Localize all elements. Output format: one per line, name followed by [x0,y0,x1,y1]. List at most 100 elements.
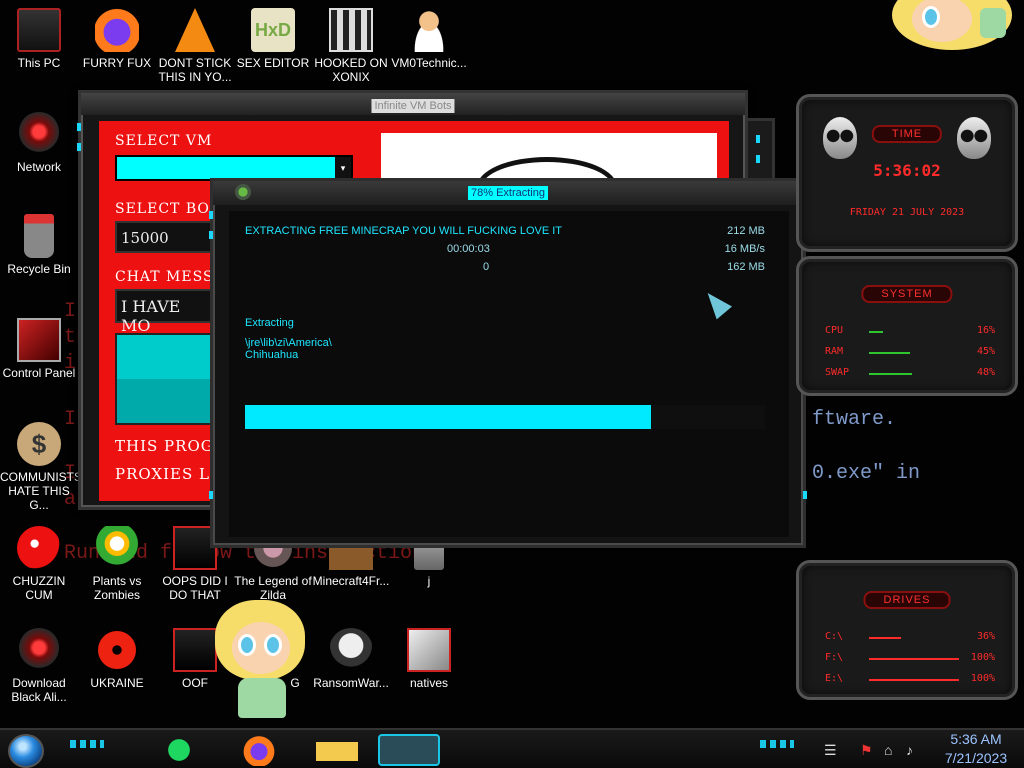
cartoon-sticker [892,0,1012,60]
bot-amount-field[interactable]: 15000 [115,221,215,253]
flag-icon[interactable]: ⚑ [860,742,873,759]
start-button[interactable] [115,333,215,425]
drives-level-bar [869,658,959,660]
total-size: 212 MB [727,225,765,237]
footer-text: PROXIES L [115,465,210,483]
alien-icon [823,117,857,159]
drives-level-bar [869,679,959,681]
fuzzball-icon [17,526,61,570]
clock-date: 7/21/2023 [944,750,1008,766]
extract-status: Extracting [245,317,294,329]
cartoon-sticker [210,600,310,725]
remaining-time: 0 [483,261,490,273]
volume-icon[interactable]: ♪ [906,742,913,758]
file-explorer-icon[interactable] [316,734,358,766]
select-vm-label: SELECT VM [115,133,213,149]
taskbar: ☰ ⚑ ⌂ ♪ 5:36 AM 7/21/2023 [0,728,1024,768]
desktop-icon-download-black-alien[interactable]: Download Black Ali... [0,628,78,704]
spotify-icon[interactable] [158,734,200,766]
alien-icon [957,117,991,159]
doctor-icon [407,8,451,52]
start-button[interactable] [8,734,44,768]
system-level-bar [869,373,913,375]
alien-icon [17,628,61,672]
recycle-bin-icon [24,214,54,258]
desktop-icon-recycle-bin[interactable]: Recycle Bin [0,214,78,276]
system-gadget-title: SYSTEM [861,285,953,303]
desktop-icon-network[interactable]: Network [0,112,78,174]
time-gadget-title: TIME [871,125,943,143]
drives-value: 100% [970,673,995,684]
system-value: 48% [976,367,995,378]
date-display: FRIDAY 21 JULY 2023 [849,207,965,218]
drives-label: F:\ [825,652,844,663]
extract-panel: EXTRACTING FREE MINECRAP YOU WILL FUCKIN… [229,211,789,537]
bot-window-title: Infinite VM Bots [371,99,455,113]
desktop-icon-furry-fux[interactable]: FURRY FUX [78,8,156,70]
maze-icon [329,8,373,52]
extract-path: \jre\lib\zi\America\ [245,337,332,349]
system-value: 45% [976,346,995,357]
drives-gadget: DRIVES C:\ 36% F:\ 100% E:\ 100% [796,560,1018,700]
desktop-icon-vm0technic[interactable]: VM0Technic... [390,8,468,70]
firefox-icon[interactable] [238,734,280,766]
minecraft-icon [235,184,251,200]
progress-bar [245,405,765,429]
desktop-icon-sex-editor[interactable]: HxD SEX EDITOR [234,8,312,70]
minecraft-icon[interactable] [378,734,440,766]
extract-window-title: 78% Extracting [468,186,548,200]
vlc-cone-icon [175,8,215,52]
network-icon[interactable]: ⌂ [884,742,892,758]
clock[interactable]: 5:36 AM 7/21/2023 [936,730,1016,768]
firefox-icon [95,8,139,52]
decor [70,740,104,748]
extract-window[interactable]: 78% Extracting EXTRACTING FREE MINECRAP … [209,178,807,548]
desktop-icon-control-panel[interactable]: Control Panel [0,318,78,380]
bot-window-titlebar[interactable]: Infinite VM Bots [81,93,745,115]
desktop-icon-ransomware[interactable]: RansomWar... [312,628,390,690]
plant-icon [95,526,139,570]
desktop-icon-dont-stick[interactable]: DONT STICK THIS IN YO... [156,8,234,84]
progress-fill [245,405,651,429]
extract-window-titlebar[interactable]: 78% Extracting [213,181,803,205]
transfer-speed: 16 MB/s [724,243,765,255]
processed-size: 162 MB [727,261,765,273]
chevron-down-icon: ▾ [335,157,351,179]
native-icon [407,628,451,672]
system-value: 16% [976,325,995,336]
desktop-icon-pvz[interactable]: Plants vs Zombies [78,526,156,602]
desktop-icon-ukraine[interactable]: UKRAINE [78,628,156,690]
decor [760,740,794,748]
bg-text-line: ftware. [812,408,897,431]
extract-heading: EXTRACTING FREE MINECRAP YOU WILL FUCKIN… [245,225,563,237]
desktop-icon-natives[interactable]: natives [390,628,468,690]
desktop-icon-hooked-on-xonix[interactable]: HOOKED ON XONIX [312,8,390,84]
system-level-bar [869,352,910,354]
drives-label: C:\ [825,631,844,642]
system-label: RAM [825,346,844,357]
skull-icon [329,628,373,672]
drives-value: 36% [976,631,995,642]
desktop-icon-communists[interactable]: $ COMMUNISTS HATE THIS G... [0,422,82,512]
elapsed-time: 00:00:03 [447,243,490,255]
drives-gadget-title: DRIVES [863,591,951,609]
chat-message-field[interactable]: I HAVE MO [115,289,215,335]
system-label: SWAP [825,367,850,378]
desktop-icon-chuzzin[interactable]: CHUZZIN CUM [0,526,78,602]
clock-time: 5:36 AM [950,731,1002,747]
drives-level-bar [869,637,902,639]
alien-icon [17,112,61,156]
computer-icon [17,8,61,52]
time-gadget: TIME 5:36:02 FRIDAY 21 JULY 2023 [796,94,1018,252]
desktop: I th i I I a Run and follow the instruct… [0,0,1024,768]
tray-overflow-icon[interactable]: ☰ [824,742,837,759]
hxd-icon: HxD [251,8,295,52]
desktop-icon-this-pc[interactable]: This PC [0,8,78,70]
drives-value: 100% [970,652,995,663]
time-display: 5:36:02 [873,161,941,180]
system-label: CPU [825,325,844,336]
bg-text-line: 0.exe" in [812,462,921,485]
money-bag-icon: $ [17,422,61,466]
control-panel-icon [17,318,61,362]
system-level-bar [869,331,884,333]
